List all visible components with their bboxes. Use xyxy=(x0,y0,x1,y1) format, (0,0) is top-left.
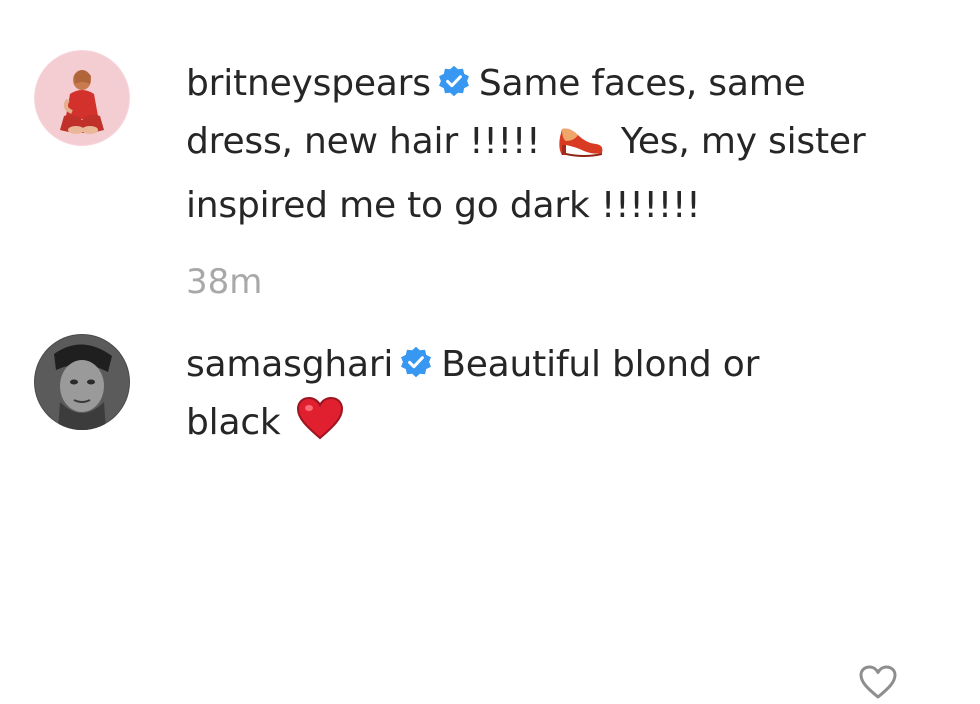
username-link[interactable]: britneyspears xyxy=(186,63,431,104)
comment-body: britneyspears Same faces, same dress, new… xyxy=(186,55,886,235)
verified-badge-icon xyxy=(399,339,433,378)
red-heart-icon xyxy=(296,396,344,458)
avatar-britneyspears[interactable] xyxy=(34,50,130,146)
high-heeled-shoe-icon xyxy=(556,119,606,177)
avatar-samasghari[interactable] xyxy=(34,334,130,430)
verified-badge-icon xyxy=(437,58,471,97)
comment-timestamp[interactable]: 38m xyxy=(186,262,262,302)
username-link[interactable]: samasghari xyxy=(186,344,393,385)
comment-2: samasghari Beautiful blond or black xyxy=(0,300,980,699)
comment-1: britneyspears Same faces, same dress, new… xyxy=(0,0,980,302)
comment-body: samasghari Beautiful blond or black xyxy=(186,336,786,458)
like-heart-icon[interactable] xyxy=(858,664,898,700)
